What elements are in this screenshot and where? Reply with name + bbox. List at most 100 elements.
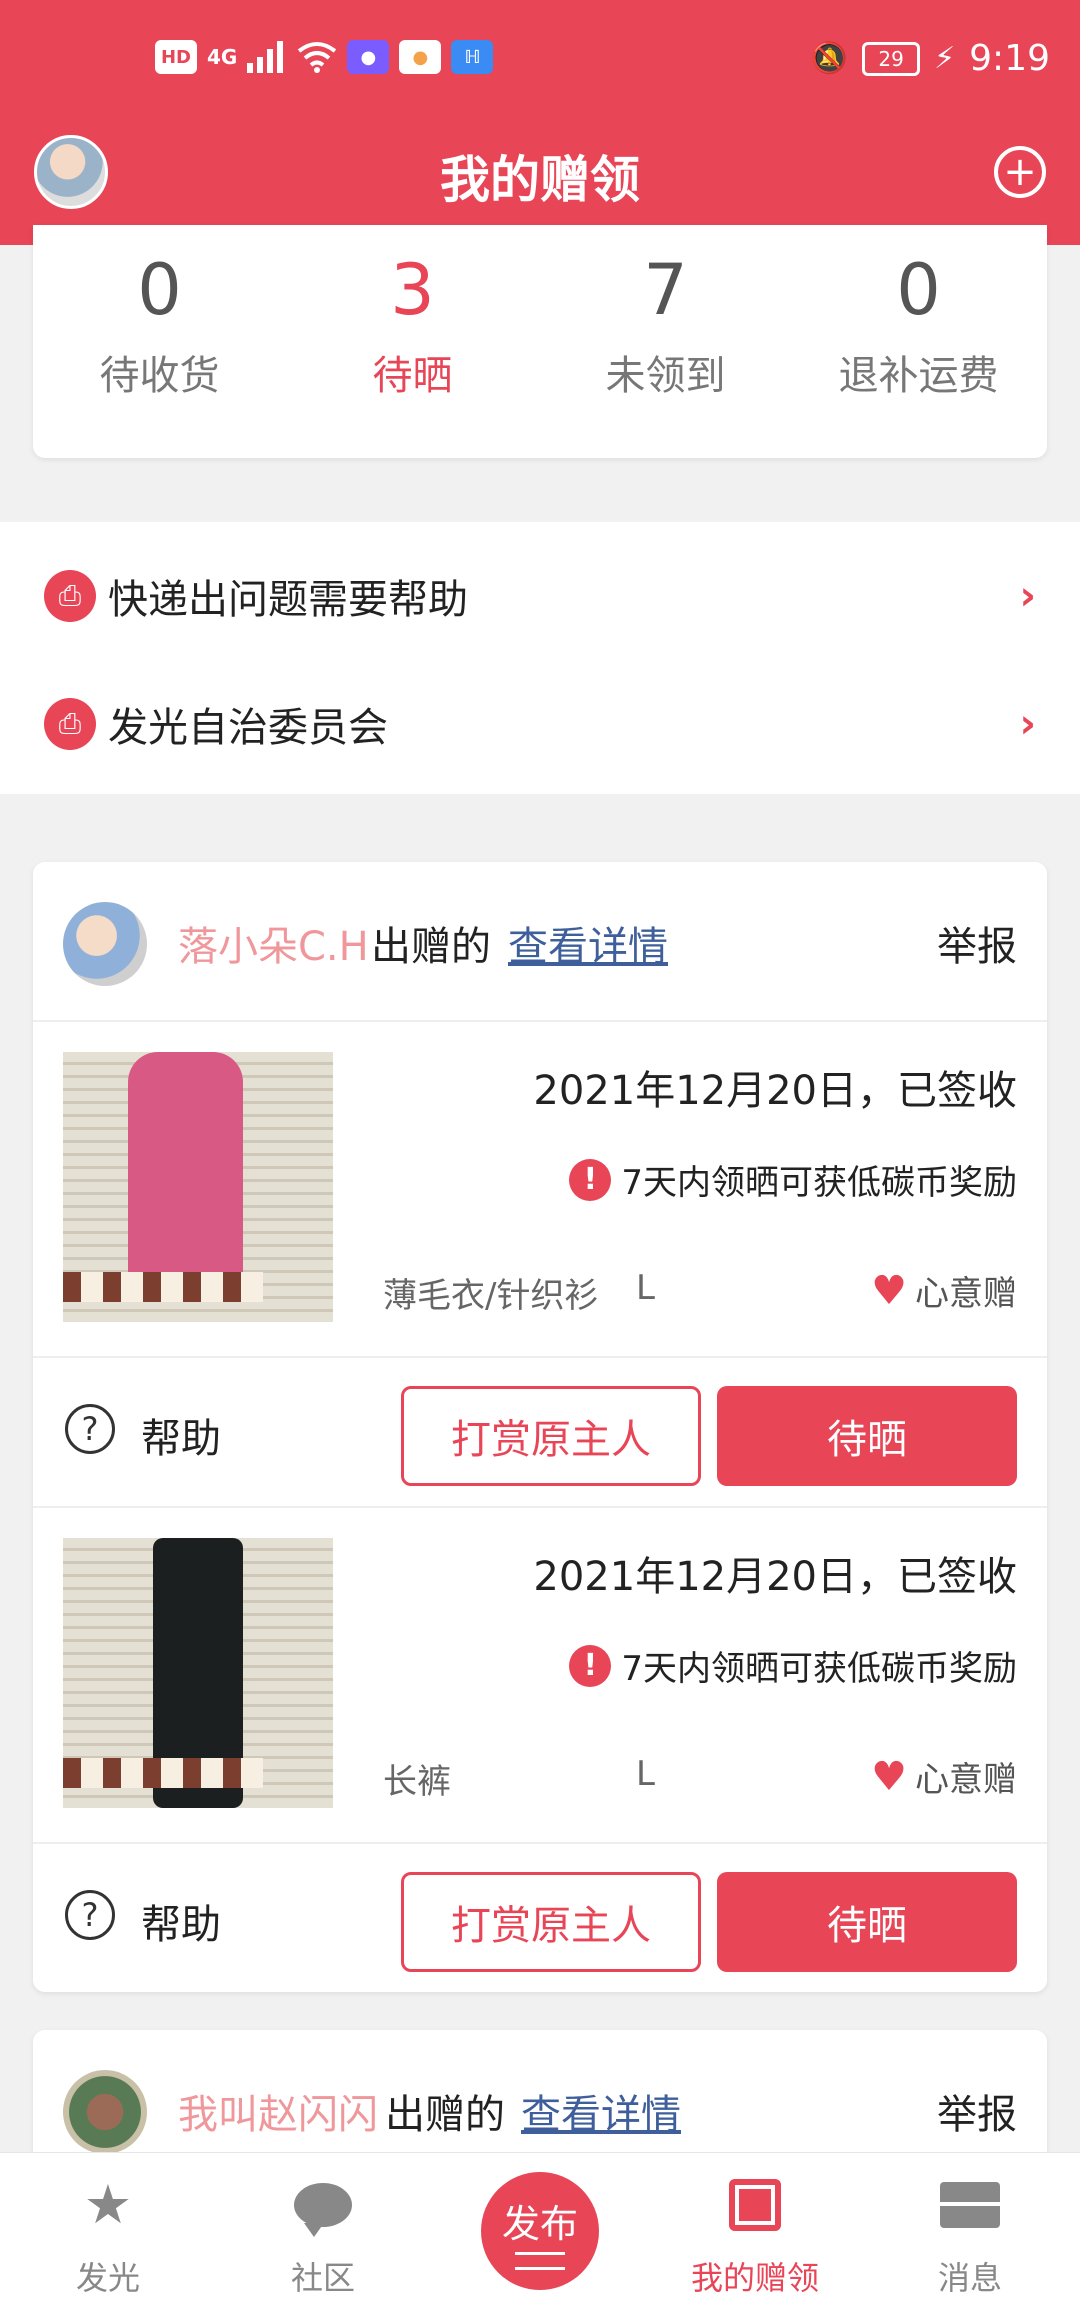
item-category: 长裤 — [383, 1762, 451, 1802]
tile-strip — [63, 1758, 263, 1788]
giver-name[interactable]: 我叫赵闪闪 — [178, 2082, 378, 2140]
nav-glow[interactable]: ★ 发光 — [28, 2153, 188, 2311]
help-label[interactable]: 帮助 — [141, 1892, 221, 1950]
link-label: 发光自治委员会 — [108, 705, 388, 751]
charging-icon: ⚡ — [934, 41, 956, 76]
stat-label: 退补运费 — [838, 353, 999, 399]
heart-icon: ♥ — [871, 1753, 907, 1800]
nav-label: 发光 — [75, 2259, 140, 2297]
tile-strip — [63, 1272, 263, 1302]
link-committee[interactable]: ⎙ 发光自治委员会 › — [0, 660, 1080, 788]
app-icon-2: ● — [399, 40, 442, 74]
item-date-status: 2021年12月20日，已签收 — [533, 1554, 1017, 1600]
report-link[interactable]: 举报 — [937, 2082, 1017, 2140]
question-icon[interactable]: ? — [65, 1890, 115, 1940]
reward-notice: ! 7天内领晒可获低碳币奖励 — [569, 1155, 1017, 1204]
network-type: 4G — [207, 45, 238, 69]
item-size: L — [636, 1268, 655, 1308]
stat-refund-shipping[interactable]: 0 退补运费 — [792, 255, 1045, 401]
reward-text: 7天内领晒可获低碳币奖励 — [621, 1163, 1017, 1203]
question-icon[interactable]: ? — [65, 1404, 115, 1454]
mail-icon — [940, 2175, 1000, 2235]
reward-text: 7天内领晒可获低碳币奖励 — [621, 1649, 1017, 1689]
item-actions: ? 帮助 打赏原主人 待晒 — [33, 1356, 1047, 1508]
stat-value: 3 — [390, 249, 435, 331]
menu-lines-icon — [515, 2251, 565, 2270]
link-delivery-help[interactable]: ⎙ 快递出问题需要帮助 › — [0, 532, 1080, 660]
item-actions: ? 帮助 打赏原主人 待晒 — [33, 1842, 1047, 1992]
item-size: L — [636, 1754, 655, 1794]
gift-card: 落小朵C.H 出赠的 查看详情 举报 2021年12月20日，已签收 ! 7天内… — [33, 862, 1047, 1992]
app-icon-1: ● — [347, 40, 390, 74]
nav-label: 社区 — [290, 2259, 355, 2297]
publish-button[interactable]: 发布 — [481, 2172, 599, 2290]
app-icon-3: ℍ — [451, 40, 494, 74]
links-section: ⎙ 快递出问题需要帮助 › ⎙ 发光自治委员会 › — [0, 522, 1080, 794]
tag-text: 心意赠 — [915, 1274, 1017, 1314]
clock: 9:19 — [969, 38, 1050, 79]
nav-messages[interactable]: 消息 — [890, 2153, 1050, 2311]
view-details-link[interactable]: 查看详情 — [521, 2082, 681, 2140]
star-icon: ★ — [83, 2173, 133, 2236]
nav-my-gifts[interactable]: 我的赠领 — [675, 2153, 835, 2311]
stats-card: 0 待收货 3 待晒 7 未领到 0 退补运费 — [33, 225, 1047, 458]
stat-pending-show[interactable]: 3 待晒 — [286, 255, 539, 401]
alert-icon: ! — [569, 1158, 612, 1201]
battery-icon: 29 — [862, 41, 921, 76]
view-details-link[interactable]: 查看详情 — [508, 914, 668, 972]
stat-label: 待晒 — [372, 353, 453, 399]
stat-value: 7 — [643, 249, 688, 331]
alert-icon: ! — [569, 1644, 612, 1687]
help-label[interactable]: 帮助 — [141, 1406, 221, 1464]
show-button[interactable]: 待晒 — [717, 1872, 1017, 1972]
printer-icon: ⎙ — [44, 570, 96, 622]
giver-avatar[interactable] — [63, 902, 147, 986]
giver-row: 落小朵C.H 出赠的 查看详情 举报 — [33, 862, 1047, 1022]
show-button[interactable]: 待晒 — [717, 1386, 1017, 1486]
book-icon — [725, 2175, 785, 2235]
wifi-icon — [298, 42, 337, 73]
gift-item[interactable]: 2021年12月20日，已签收 ! 7天内领晒可获低碳币奖励 长裤 L ♥ 心意… — [33, 1506, 1047, 1844]
chevron-right-icon: › — [1019, 573, 1036, 619]
giver-avatar[interactable] — [63, 2070, 147, 2154]
chat-icon — [293, 2175, 353, 2237]
stat-value: 0 — [137, 249, 182, 331]
gave-text: 出赠的 — [385, 2092, 505, 2138]
item-category: 薄毛衣/针织衫 — [383, 1276, 599, 1316]
stat-not-received[interactable]: 7 未领到 — [539, 255, 792, 401]
item-tag: ♥ 心意赠 — [871, 1752, 1017, 1801]
signal-icon — [247, 41, 284, 73]
status-bar-right: 🔕 29 ⚡ 9:19 — [811, 38, 1050, 79]
item-photo[interactable] — [63, 1052, 333, 1322]
stat-label: 未领到 — [605, 353, 726, 399]
status-bar-left: HD 4G ● ● ℍ — [155, 40, 494, 74]
nav-label: 消息 — [937, 2259, 1002, 2297]
chevron-right-icon: › — [1019, 701, 1036, 747]
stat-value: 0 — [896, 249, 941, 331]
item-date-status: 2021年12月20日，已签收 — [533, 1068, 1017, 1114]
report-link[interactable]: 举报 — [937, 914, 1017, 972]
reward-notice: ! 7天内领晒可获低碳币奖励 — [569, 1641, 1017, 1690]
link-label: 快递出问题需要帮助 — [108, 577, 468, 623]
item-tag: ♥ 心意赠 — [871, 1266, 1017, 1315]
giver-name[interactable]: 落小朵C.H — [178, 914, 369, 972]
item-photo[interactable] — [63, 1538, 333, 1808]
printer-icon: ⎙ — [44, 698, 96, 750]
hd-badge: HD — [155, 40, 197, 74]
publish-label: 发布 — [501, 2201, 578, 2246]
tip-owner-button[interactable]: 打赏原主人 — [401, 1872, 701, 1972]
stat-label: 待收货 — [99, 353, 220, 399]
plus-circle-icon[interactable]: + — [994, 146, 1046, 198]
tip-owner-button[interactable]: 打赏原主人 — [401, 1386, 701, 1486]
gift-item[interactable]: 2021年12月20日，已签收 ! 7天内领晒可获低碳币奖励 薄毛衣/针织衫 L… — [33, 1020, 1047, 1358]
nav-label: 我的赠领 — [690, 2259, 819, 2297]
heart-icon: ♥ — [871, 1267, 907, 1314]
nav-community[interactable]: 社区 — [243, 2153, 403, 2311]
page-title: 我的赠领 — [440, 151, 640, 209]
gave-text: 出赠的 — [371, 924, 491, 970]
mute-bell-icon: 🔕 — [810, 41, 849, 76]
stat-pending-receive[interactable]: 0 待收货 — [33, 255, 286, 401]
top-bar: HD 4G ● ● ℍ 🔕 29 ⚡ 9:19 我的赠领 + — [0, 0, 1080, 245]
tag-text: 心意赠 — [915, 1760, 1017, 1800]
robe-shape — [128, 1052, 243, 1302]
